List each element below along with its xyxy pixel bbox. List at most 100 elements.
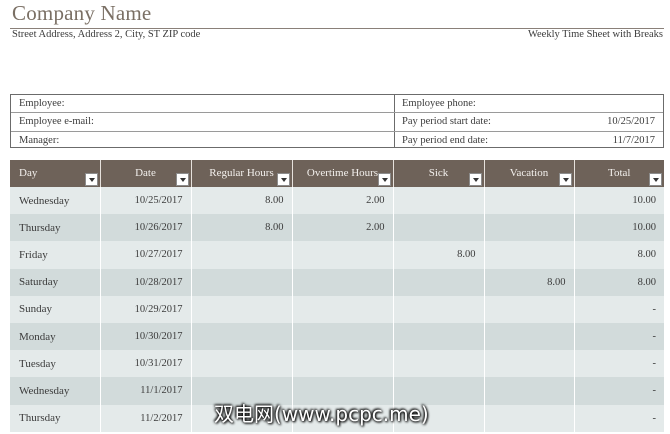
filter-dropdown-icon[interactable]	[468, 173, 482, 186]
company-address[interactable]: Street Address, Address 2, City, ST ZIP …	[12, 29, 200, 40]
cell-date[interactable]: 10/25/2017	[100, 187, 192, 215]
cell-sick[interactable]	[393, 295, 485, 323]
employee-name-field[interactable]: Employee:	[11, 95, 394, 114]
cell-overtime-hours[interactable]	[292, 295, 394, 323]
cell-vacation[interactable]: 8.00	[484, 268, 575, 296]
cell-regular-hours[interactable]	[191, 241, 293, 269]
filter-dropdown-icon[interactable]	[175, 173, 189, 186]
cell-total[interactable]: -	[574, 295, 664, 323]
cell-overtime-hours[interactable]	[292, 350, 394, 378]
manager-label: Manager:	[19, 134, 60, 146]
cell-sick[interactable]	[393, 214, 485, 242]
cell-sick[interactable]	[393, 268, 485, 296]
pay-period-end-label: Pay period end date:	[402, 134, 489, 146]
cell-day[interactable]: Friday	[10, 241, 101, 269]
cell-vacation[interactable]	[484, 214, 575, 242]
filter-dropdown-icon[interactable]	[84, 173, 98, 186]
filter-dropdown-icon[interactable]	[649, 173, 662, 186]
cell-date[interactable]: 11/2/2017	[100, 404, 192, 432]
cell-regular-hours[interactable]: 8.00	[191, 214, 293, 242]
cell-overtime-hours[interactable]	[292, 268, 394, 296]
table-header-row: Day Date Regular Hours Overtime Hours Si…	[10, 160, 664, 187]
cell-vacation[interactable]	[484, 350, 575, 378]
cell-regular-hours[interactable]	[191, 350, 293, 378]
pay-period-end-value[interactable]: 11/7/2017	[613, 132, 655, 149]
employee-phone-field[interactable]: Employee phone:	[394, 95, 663, 114]
cell-date[interactable]: 10/28/2017	[100, 268, 192, 296]
cell-day[interactable]: Saturday	[10, 268, 101, 296]
cell-vacation[interactable]	[484, 295, 575, 323]
cell-day[interactable]: Thursday	[10, 214, 101, 242]
cell-date[interactable]: 10/30/2017	[100, 322, 192, 351]
column-header-day[interactable]: Day	[10, 160, 101, 187]
cell-date[interactable]: 11/1/2017	[100, 377, 192, 405]
cell-total[interactable]: 8.00	[574, 241, 664, 269]
cell-sick[interactable]	[393, 350, 485, 378]
pay-period-end-field[interactable]: Pay period end date: 11/7/2017	[394, 132, 663, 149]
cell-total[interactable]: -	[574, 350, 664, 378]
watermark: 双电网(www.pcpc.me)	[214, 402, 429, 426]
table-row: Saturday 10/28/2017 8.00 8.00	[10, 268, 664, 296]
column-header-sick[interactable]: Sick	[393, 160, 485, 187]
cell-date[interactable]: 10/27/2017	[100, 241, 192, 269]
employee-label: Employee:	[19, 98, 65, 109]
column-header-vacation[interactable]: Vacation	[484, 160, 575, 187]
cell-regular-hours[interactable]	[191, 322, 293, 351]
cell-day[interactable]: Monday	[10, 322, 101, 351]
cell-total[interactable]: 10.00	[574, 214, 664, 242]
cell-day[interactable]: Wednesday	[10, 377, 101, 405]
cell-vacation[interactable]	[484, 241, 575, 269]
cell-day[interactable]: Sunday	[10, 295, 101, 323]
column-header-total[interactable]: Total	[574, 160, 664, 187]
table-row: Wednesday 10/25/2017 8.00 2.00 10.00	[10, 187, 664, 215]
cell-sick[interactable]	[393, 187, 485, 215]
employee-email-label: Employee e-mail:	[19, 116, 94, 128]
employee-info-box: Employee: Employee e-mail: Manager: Empl…	[10, 94, 664, 148]
pay-period-start-value[interactable]: 10/25/2017	[607, 113, 655, 130]
cell-total[interactable]: 8.00	[574, 268, 664, 296]
column-header-regular-hours[interactable]: Regular Hours	[191, 160, 293, 187]
cell-overtime-hours[interactable]	[292, 241, 394, 269]
employee-info-right: Employee phone: Pay period start date: 10…	[394, 95, 663, 147]
cell-vacation[interactable]	[484, 187, 575, 215]
column-header-overtime-hours[interactable]: Overtime Hours	[292, 160, 394, 187]
filter-dropdown-icon[interactable]	[276, 173, 290, 186]
table-row: Friday 10/27/2017 8.00 8.00	[10, 241, 664, 269]
cell-date[interactable]: 10/31/2017	[100, 350, 192, 378]
filter-dropdown-icon[interactable]	[377, 173, 391, 186]
timesheet-body: Wednesday 10/25/2017 8.00 2.00 10.00 Thursday…	[10, 187, 664, 432]
cell-date[interactable]: 10/29/2017	[100, 295, 192, 323]
cell-day[interactable]: Thursday	[10, 404, 101, 432]
timesheet-table: Day Date Regular Hours Overtime Hours Si…	[10, 160, 664, 432]
cell-regular-hours[interactable]: 8.00	[191, 187, 293, 215]
cell-total[interactable]: 10.00	[574, 187, 664, 215]
cell-overtime-hours[interactable]	[292, 322, 394, 351]
table-row: Monday 10/30/2017 -	[10, 322, 664, 351]
cell-day[interactable]: Wednesday	[10, 187, 101, 215]
cell-regular-hours[interactable]	[191, 295, 293, 323]
cell-regular-hours[interactable]	[191, 268, 293, 296]
table-row: Tuesday 10/31/2017 -	[10, 350, 664, 378]
table-row: Thursday 10/26/2017 8.00 2.00 10.00	[10, 214, 664, 242]
cell-overtime-hours[interactable]: 2.00	[292, 187, 394, 215]
cell-vacation[interactable]	[484, 404, 575, 432]
cell-vacation[interactable]	[484, 377, 575, 405]
cell-sick[interactable]	[393, 322, 485, 351]
cell-total[interactable]: -	[574, 404, 664, 432]
employee-info-left: Employee: Employee e-mail: Manager:	[11, 95, 395, 147]
cell-total[interactable]: -	[574, 322, 664, 351]
cell-date[interactable]: 10/26/2017	[100, 214, 192, 242]
employee-email-field[interactable]: Employee e-mail:	[11, 113, 394, 132]
cell-total[interactable]: -	[574, 377, 664, 405]
table-row: Sunday 10/29/2017 -	[10, 295, 664, 323]
column-header-date[interactable]: Date	[100, 160, 192, 187]
sheet-title[interactable]: Weekly Time Sheet with Breaks	[528, 29, 663, 40]
cell-vacation[interactable]	[484, 322, 575, 351]
manager-field[interactable]: Manager:	[11, 132, 394, 149]
pay-period-start-field[interactable]: Pay period start date: 10/25/2017	[394, 113, 663, 132]
company-name[interactable]: Company Name	[12, 1, 151, 26]
filter-dropdown-icon[interactable]	[558, 173, 572, 186]
cell-overtime-hours[interactable]: 2.00	[292, 214, 394, 242]
cell-day[interactable]: Tuesday	[10, 350, 101, 378]
cell-sick[interactable]: 8.00	[393, 241, 485, 269]
